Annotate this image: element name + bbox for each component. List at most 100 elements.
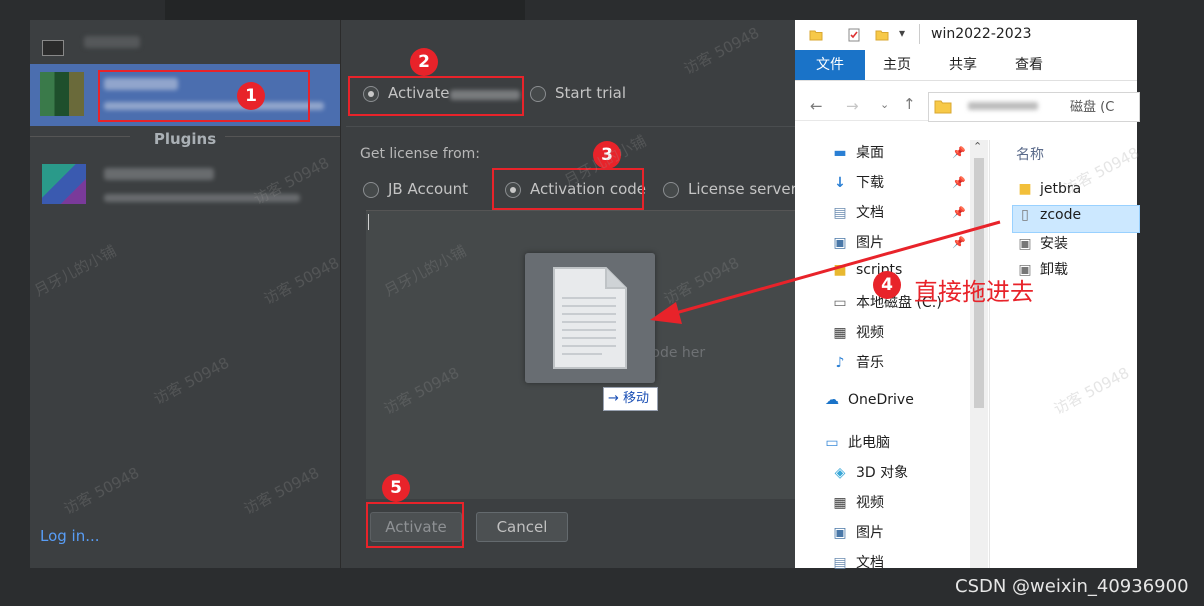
tab-share[interactable]: 共享: [949, 50, 977, 80]
text-caret: [368, 214, 369, 230]
nav-item-label: 此电脑: [848, 435, 890, 451]
blurred-address-path: [968, 102, 1038, 110]
jb-account-label: JB Account: [388, 180, 469, 198]
start-trial-radio[interactable]: [530, 86, 546, 102]
column-header-name[interactable]: 名称: [1016, 144, 1044, 164]
cancel-button[interactable]: Cancel: [476, 512, 568, 542]
nav-item-videos-pc[interactable]: ▦ 视频: [830, 492, 884, 514]
move-tooltip-label: 移动: [623, 391, 650, 406]
nav-item-pictures[interactable]: ▣ 图片: [830, 232, 884, 254]
cloud-icon: ☁: [825, 392, 839, 408]
step-badge-4: 4: [873, 271, 901, 299]
title-divider: [919, 24, 920, 44]
plugins-heading: Plugins: [153, 130, 217, 148]
nav-item-music[interactable]: ♪ 音乐: [830, 352, 884, 374]
nav-item-3d-objects[interactable]: ◈ 3D 对象: [830, 462, 909, 484]
tab-view[interactable]: 查看: [1015, 50, 1043, 80]
nav-item-videos[interactable]: ▦ 视频: [830, 322, 884, 344]
folder-icon: ■: [833, 262, 847, 278]
computer-icon: ▭: [825, 435, 839, 451]
video-icon: ▦: [833, 495, 847, 511]
tab-home[interactable]: 主页: [883, 50, 911, 80]
ide-app-icon: [42, 40, 64, 56]
start-trial-label: Start trial: [555, 84, 626, 102]
customize-toolbar-icon[interactable]: ▾: [899, 26, 905, 40]
file-item-label: 安装: [1040, 236, 1068, 252]
desktop-icon: ▬: [833, 145, 847, 161]
move-arrow-icon: →: [608, 391, 619, 406]
scroll-up-icon[interactable]: ⌃: [973, 140, 982, 153]
download-icon: ↓: [834, 175, 846, 191]
step-badge-2: 2: [410, 48, 438, 76]
jb-account-radio[interactable]: [363, 182, 379, 198]
file-item-install[interactable]: ▣ 安装: [1016, 233, 1068, 257]
address-path-text: 磁盘 (C: [1070, 100, 1115, 115]
music-icon: ♪: [835, 355, 845, 371]
move-tooltip: → 移动: [603, 387, 659, 411]
background-window-strip: [165, 0, 525, 20]
document-icon: ▤: [833, 555, 847, 571]
recent-locations-icon[interactable]: ⌄: [880, 98, 889, 111]
file-item-zcode[interactable]: ▯ zcode: [1016, 207, 1081, 231]
plugins-divider-right: [225, 136, 340, 137]
nav-item-label: 图片: [856, 525, 884, 541]
license-server-radio[interactable]: [663, 182, 679, 198]
folder-icon: ■: [1018, 181, 1032, 197]
folder-icon: [934, 100, 952, 114]
pin-icon: 📌: [952, 146, 966, 159]
nav-item-label: 视频: [856, 325, 884, 341]
pin-icon: 📌: [952, 236, 966, 249]
drag-instruction: 直接拖进去: [914, 278, 1034, 306]
csdn-credit: CSDN @weixin_40936900: [955, 576, 1189, 597]
nav-item-downloads[interactable]: ↓ 下载: [830, 172, 884, 194]
nav-item-label: 文档: [856, 555, 884, 571]
properties-icon[interactable]: [847, 28, 861, 42]
picture-icon: ▣: [833, 235, 847, 251]
video-icon: ▦: [833, 325, 847, 341]
text-file-icon: ▯: [1021, 207, 1029, 223]
nav-item-label: 音乐: [856, 355, 884, 371]
license-server-label: License server: [688, 180, 797, 198]
product-logo-icon: [40, 72, 84, 116]
nav-item-onedrive[interactable]: ☁ OneDrive: [822, 392, 914, 414]
get-license-label: Get license from:: [360, 146, 481, 162]
drive-icon: ▭: [833, 295, 847, 311]
cube-icon: ◈: [834, 465, 846, 481]
nav-item-documents[interactable]: ▤ 文档: [830, 202, 884, 224]
nav-item-label: 视频: [856, 495, 884, 511]
up-arrow-icon[interactable]: ↑: [903, 95, 916, 113]
plugin-logo-icon: [42, 164, 86, 204]
login-link[interactable]: Log in...: [40, 527, 100, 545]
step-badge-5: 5: [382, 474, 410, 502]
nav-item-this-pc[interactable]: ▭ 此电脑: [822, 432, 890, 454]
picture-icon: ▣: [833, 525, 847, 541]
pin-icon: 📌: [952, 176, 966, 189]
document-icon: ▤: [833, 205, 847, 221]
file-item-jetbra[interactable]: ■ jetbra: [1016, 181, 1081, 205]
nav-item-desktop[interactable]: ▬ 桌面: [830, 142, 884, 164]
pane-divider: [989, 140, 990, 568]
file-item-label: jetbra: [1040, 181, 1082, 197]
pin-icon: 📌: [952, 206, 966, 219]
blurred-plugin-name: [104, 168, 214, 180]
nav-item-label: OneDrive: [848, 392, 914, 408]
blurred-title: [84, 36, 140, 48]
nav-item-label: 3D 对象: [856, 465, 909, 481]
annotation-box-2: [348, 76, 524, 116]
file-item-label: zcode: [1040, 207, 1082, 223]
annotation-box-5: [366, 502, 464, 548]
blurred-plugin-info: [104, 194, 300, 202]
script-file-icon: ▣: [1018, 236, 1032, 252]
new-folder-icon[interactable]: [875, 28, 889, 42]
text-file-icon: [553, 267, 627, 369]
nav-item-documents-pc[interactable]: ▤ 文档: [830, 552, 884, 574]
tab-file[interactable]: 文件: [795, 50, 865, 80]
folder-icon: [809, 30, 823, 41]
nav-item-pictures-pc[interactable]: ▣ 图片: [830, 522, 884, 544]
back-arrow-icon[interactable]: ←: [810, 97, 823, 115]
nav-item-label: 桌面: [856, 145, 884, 161]
file-item-label: 卸载: [1040, 262, 1068, 278]
forward-arrow-icon[interactable]: →: [846, 97, 859, 115]
plugins-divider-left: [30, 136, 130, 137]
nav-item-label: 文档: [856, 205, 884, 221]
